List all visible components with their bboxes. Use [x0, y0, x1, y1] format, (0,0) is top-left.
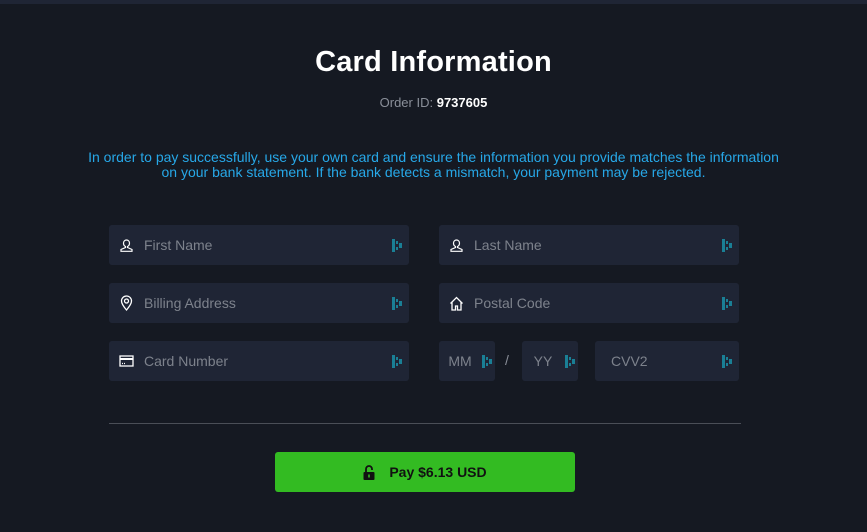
user-icon: [448, 237, 464, 253]
user-icon: [118, 237, 134, 253]
notice-line-1: In order to pay successfully, use your o…: [88, 149, 779, 165]
payment-notice: In order to pay successfully, use your o…: [40, 150, 827, 180]
password-manager-icon[interactable]: [722, 355, 732, 368]
password-manager-icon[interactable]: [482, 355, 492, 368]
expiry-separator: /: [505, 352, 509, 368]
first-name-field[interactable]: [109, 225, 409, 265]
last-name-field[interactable]: [439, 225, 739, 265]
exp-month-field[interactable]: [439, 341, 495, 381]
exp-year-field[interactable]: [522, 341, 578, 381]
last-name-input[interactable]: [474, 225, 714, 265]
first-name-input[interactable]: [144, 225, 384, 265]
map-pin-icon: [118, 295, 134, 311]
lock-open-icon: [363, 464, 375, 480]
password-manager-icon[interactable]: [392, 239, 402, 252]
card-number-field[interactable]: [109, 341, 409, 381]
password-manager-icon[interactable]: [392, 297, 402, 310]
order-id-label: Order ID:: [379, 95, 437, 110]
postal-code-field[interactable]: [439, 283, 739, 323]
pay-button[interactable]: Pay $6.13 USD: [275, 452, 575, 492]
postal-code-input[interactable]: [474, 283, 714, 323]
divider: [109, 423, 741, 424]
billing-address-input[interactable]: [144, 283, 384, 323]
cvv-input[interactable]: [611, 341, 695, 381]
top-strip: [0, 0, 867, 4]
password-manager-icon[interactable]: [392, 355, 402, 368]
card-number-input[interactable]: [144, 341, 384, 381]
password-manager-icon[interactable]: [722, 239, 732, 252]
order-id-line: Order ID: 9737605: [0, 95, 867, 110]
pay-button-label: Pay $6.13 USD: [389, 464, 487, 480]
password-manager-icon[interactable]: [565, 355, 575, 368]
order-id-value: 9737605: [436, 95, 488, 110]
billing-address-field[interactable]: [109, 283, 409, 323]
home-icon: [448, 295, 464, 311]
password-manager-icon[interactable]: [722, 297, 732, 310]
page-title: Card Information: [315, 46, 552, 78]
notice-line-2: on your bank statement. If the bank dete…: [161, 164, 706, 180]
credit-card-icon: [118, 353, 134, 369]
cvv-field[interactable]: [595, 341, 739, 381]
